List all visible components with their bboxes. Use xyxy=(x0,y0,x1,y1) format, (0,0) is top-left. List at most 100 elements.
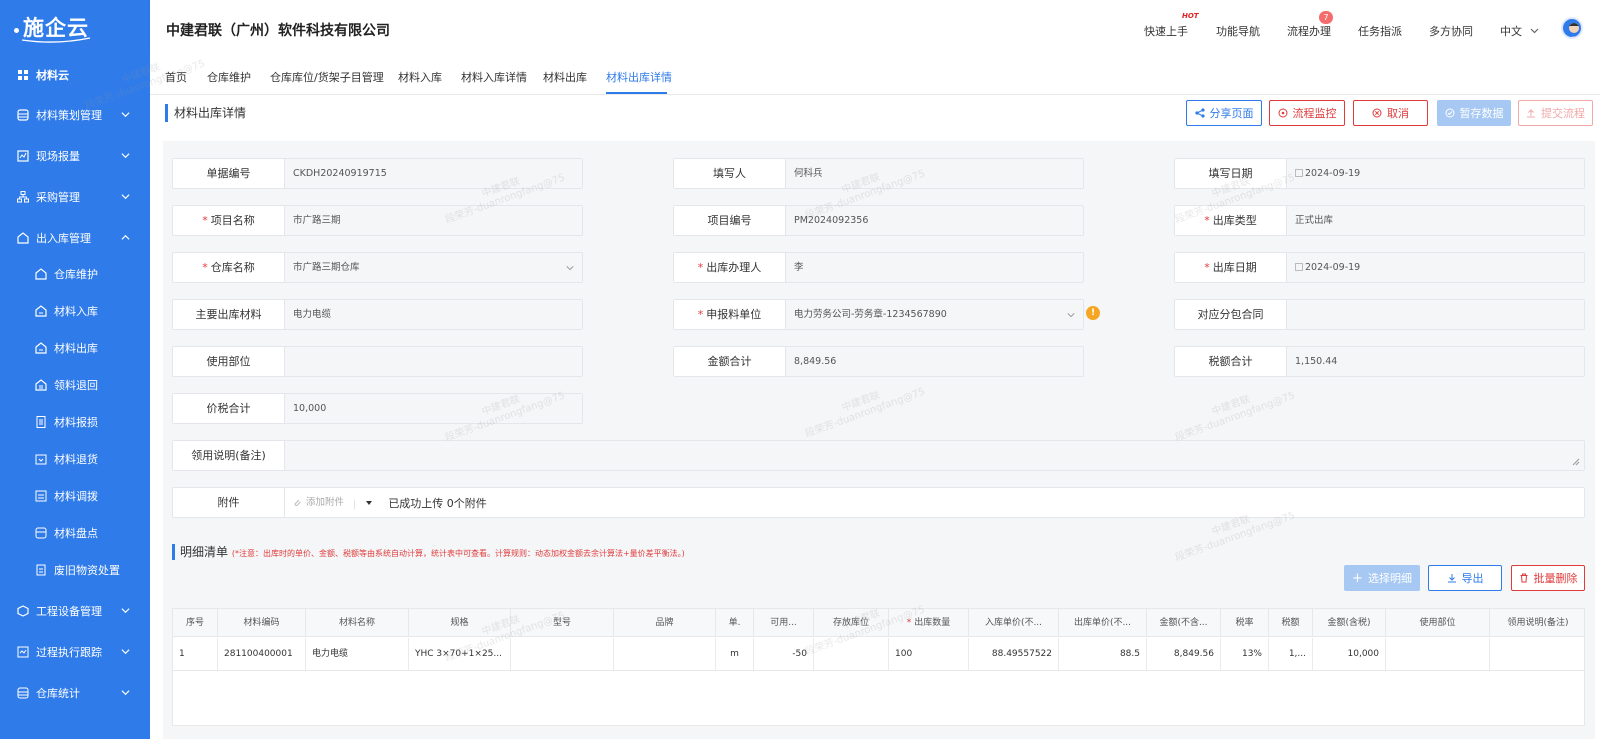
col-qty-label: 出库数量 xyxy=(914,618,951,628)
submit-process-button[interactable]: 提交流程 xyxy=(1518,100,1593,126)
tab-home[interactable]: 首页 xyxy=(165,69,187,85)
col-brand: 品牌 xyxy=(614,609,716,637)
warning-icon[interactable]: ! xyxy=(1086,306,1100,320)
cell-location[interactable] xyxy=(814,638,889,670)
project-name-field: * 项目名称 市广路三期 xyxy=(172,205,583,236)
sidebar-item-loss[interactable]: 材料报损 xyxy=(0,409,150,435)
share-icon xyxy=(1194,108,1205,118)
sidebar-item-stats[interactable]: 仓库统计 xyxy=(0,680,150,706)
col-amount: 金额(不含... xyxy=(1147,609,1221,637)
submit-label: 提交流程 xyxy=(1541,107,1585,120)
avatar[interactable] xyxy=(1561,17,1583,39)
out-type-select[interactable]: 正式出库 xyxy=(1287,206,1584,235)
select-detail-label: 选择明细 xyxy=(1367,572,1412,585)
save-draft-button[interactable]: 暂存数据 xyxy=(1437,100,1511,126)
tab-location[interactable]: 仓库库位/货架子目管理 xyxy=(270,69,384,85)
active-tab-indicator xyxy=(606,92,667,94)
sidebar-item-label: 过程执行跟踪 xyxy=(36,646,102,659)
plus-icon: + xyxy=(1352,570,1363,586)
sidebar-item-site-report[interactable]: 现场报量 xyxy=(0,143,150,169)
stats-icon xyxy=(16,686,30,700)
export-button[interactable]: 导出 xyxy=(1428,565,1502,591)
price-tax-total-value: 10,000 xyxy=(285,394,582,423)
dept-input[interactable] xyxy=(285,347,582,376)
sidebar-item-inout[interactable]: 出入库管理 xyxy=(0,225,150,251)
language-select[interactable]: 中文 xyxy=(1500,23,1539,39)
sidebar-item-equipment[interactable]: 工程设备管理 xyxy=(0,598,150,624)
sidebar-item-tracking[interactable]: 过程执行跟踪 xyxy=(0,639,150,665)
sidebar-item-label: 废旧物资处置 xyxy=(54,564,120,577)
remark-textarea[interactable] xyxy=(285,441,1584,470)
sidebar-item-transfer[interactable]: 材料调拨 xyxy=(0,483,150,509)
warehouse-label: 仓库名称 xyxy=(210,261,255,274)
process-monitor-button[interactable]: 流程监控 xyxy=(1269,100,1345,126)
cell-qty[interactable]: 100 xyxy=(889,638,969,670)
cancel-button[interactable]: 取消 xyxy=(1353,100,1428,126)
chevron-down-icon xyxy=(121,112,130,118)
sidebar-item-material-cloud[interactable]: 材料云 xyxy=(0,62,150,88)
cancel-label: 取消 xyxy=(1387,107,1409,120)
resize-handle-icon[interactable] xyxy=(1572,458,1580,466)
sidebar-item-return-goods[interactable]: 材料退货 xyxy=(0,446,150,472)
add-attachment-button[interactable]: 添加附件 xyxy=(293,488,344,517)
share-button[interactable]: 分享页面 xyxy=(1186,100,1262,126)
row-divider xyxy=(173,670,1584,671)
dept-field: 使用部位 xyxy=(172,346,583,377)
sidebar-item-outbound[interactable]: 材料出库 xyxy=(0,335,150,361)
user-icon xyxy=(1569,23,1579,37)
col-spec: 规格 xyxy=(409,609,511,637)
chevron-down-icon xyxy=(121,153,130,159)
tab-outbound-detail[interactable]: 材料出库详情 xyxy=(606,69,672,85)
warehouse-field: * 仓库名称 市广路三期仓库 xyxy=(172,252,583,283)
sidebar-item-label: 仓库统计 xyxy=(36,687,80,700)
download-icon xyxy=(1447,574,1456,583)
company-name: 中建君联（广州）软件科技有限公司 xyxy=(166,23,390,39)
cell-model[interactable] xyxy=(511,638,614,670)
sidebar-item-label: 材料云 xyxy=(36,69,69,82)
top-bar: 中建君联（广州）软件科技有限公司 HOT 快速上手 功能导航 7 流程办理 任务… xyxy=(150,0,1600,53)
cell-avail: -50 xyxy=(754,638,814,670)
select-detail-button[interactable]: + 选择明细 xyxy=(1344,565,1420,591)
sidebar-item-purchase[interactable]: 采购管理 xyxy=(0,184,150,210)
cell-brand[interactable] xyxy=(614,638,716,670)
col-in-price: 入库单价(不... xyxy=(969,609,1059,637)
cell-dept[interactable] xyxy=(1386,638,1490,670)
process-link[interactable]: 流程办理 xyxy=(1287,23,1331,39)
doc-no-value: CKDH20240919715 xyxy=(285,159,582,188)
task-assign-link[interactable]: 任务指派 xyxy=(1358,23,1402,39)
function-nav-link[interactable]: 功能导航 xyxy=(1216,23,1260,39)
tab-inbound-detail[interactable]: 材料入库详情 xyxy=(461,69,527,85)
sidebar-item-label: 材料调拨 xyxy=(54,490,98,503)
tab-warehouse[interactable]: 仓库维护 xyxy=(207,69,251,85)
caret-down-icon[interactable] xyxy=(365,499,373,507)
apply-unit-value: 电力劳务公司-劳务章-1234567890 xyxy=(794,309,947,320)
table-header: 序号 材料编码 材料名称 规格 型号 品牌 单. 可用... 存放库位 * 出库数… xyxy=(173,609,1584,637)
sidebar-item-warehouse[interactable]: 仓库维护 xyxy=(0,261,150,287)
out-type-label: 出库类型 xyxy=(1212,214,1257,227)
sidebar-item-return-pick[interactable]: 领料退回 xyxy=(0,372,150,398)
quick-start-link[interactable]: 快速上手 xyxy=(1144,23,1188,39)
field-label: * 项目名称 xyxy=(173,206,285,235)
sidebar-item-label: 出入库管理 xyxy=(36,232,91,245)
field-label: 对应分包合同 xyxy=(1175,300,1287,329)
sidebar-item-scrap[interactable]: 废旧物资处置 xyxy=(0,557,150,583)
sidebar-item-inbound[interactable]: 材料入库 xyxy=(0,298,150,324)
cube-icon xyxy=(16,604,30,618)
cell-remark[interactable] xyxy=(1490,638,1586,670)
tab-inbound[interactable]: 材料入库 xyxy=(398,69,442,85)
fill-date-value: 2024-09-19 xyxy=(1305,168,1361,179)
apply-unit-select[interactable]: 电力劳务公司-劳务章-1234567890 xyxy=(786,300,1083,329)
sidebar-item-material-plan[interactable]: 材料策划管理 xyxy=(0,102,150,128)
batch-delete-button[interactable]: 批量删除 xyxy=(1511,565,1585,591)
out-type-value: 正式出库 xyxy=(1295,215,1334,226)
collab-link[interactable]: 多方协同 xyxy=(1429,23,1473,39)
sidebar-item-label: 采购管理 xyxy=(36,191,80,204)
fill-date-input[interactable]: 2024-09-19 xyxy=(1287,159,1584,188)
cell-in-price: 88.49557522 xyxy=(969,638,1059,670)
out-date-input[interactable]: 2024-09-19 xyxy=(1287,253,1584,282)
remark-field: 领用说明(备注) xyxy=(172,440,1585,471)
tab-outbound[interactable]: 材料出库 xyxy=(543,69,587,85)
warehouse-select[interactable]: 市广路三期仓库 xyxy=(285,253,582,282)
attachment-field: 附件 添加附件 | 已成功上传 0个附件 xyxy=(172,487,1585,518)
sidebar-item-inventory[interactable]: 材料盘点 xyxy=(0,520,150,546)
